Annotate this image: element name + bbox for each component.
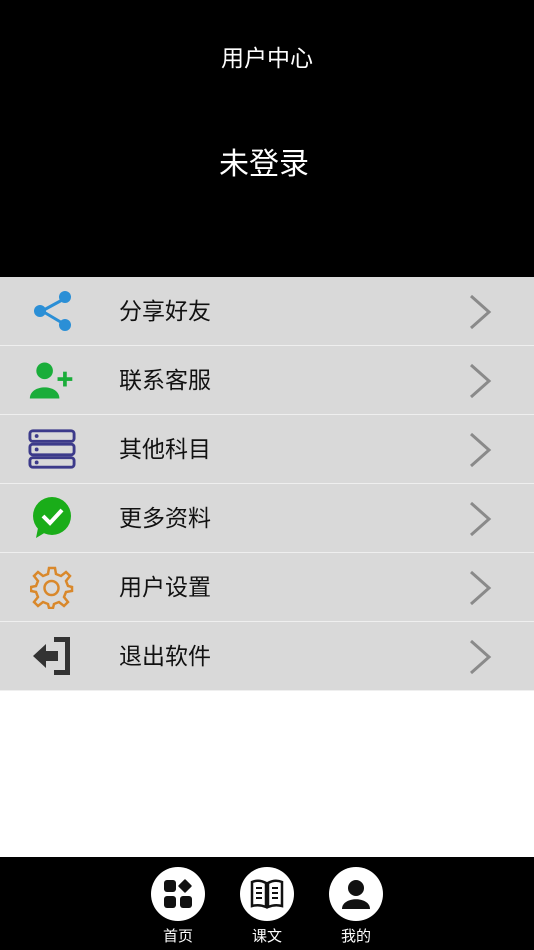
menu-item-exit-app[interactable]: 退出软件 — [0, 622, 534, 691]
nav-tab-lessons[interactable]: 课文 — [236, 867, 298, 950]
login-status[interactable]: 未登录 — [0, 145, 528, 185]
menu-item-share[interactable]: 分享好友 — [0, 277, 534, 346]
header: 用户中心 未登录 — [0, 0, 534, 277]
server-list-icon — [28, 427, 76, 471]
nav-tab-label: 课文 — [251, 927, 282, 945]
menu-item-contact-service[interactable]: 联系客服 — [0, 346, 534, 415]
menu-item-more-materials[interactable]: 更多资料 — [0, 484, 534, 553]
chevron-right-icon — [470, 501, 492, 537]
menu-item-label: 其他科目 — [119, 437, 211, 463]
menu-item-label: 更多资料 — [119, 506, 211, 532]
menu-item-label: 用户设置 — [119, 575, 211, 601]
menu-item-label: 退出软件 — [119, 644, 211, 670]
chevron-right-icon — [470, 363, 492, 399]
chevron-right-icon — [470, 294, 492, 330]
book-icon — [240, 867, 294, 921]
chevron-right-icon — [470, 570, 492, 606]
logout-icon — [28, 634, 76, 678]
menu-item-label: 分享好友 — [119, 299, 211, 325]
menu-item-label: 联系客服 — [119, 368, 211, 394]
menu-list: 分享好友 联系客服 其他科目 更多资料 用户设置 退出软件 — [0, 277, 534, 691]
add-user-icon — [28, 358, 76, 402]
nav-tab-label: 我的 — [340, 927, 371, 945]
user-icon — [329, 867, 383, 921]
menu-item-other-subjects[interactable]: 其他科目 — [0, 415, 534, 484]
page-title: 用户中心 — [221, 46, 313, 72]
nav-tab-mine[interactable]: 我的 — [325, 867, 387, 950]
chevron-right-icon — [470, 432, 492, 468]
check-chat-icon — [28, 496, 76, 540]
bottom-nav: 首页 课文 我的 — [0, 857, 534, 950]
menu-item-user-settings[interactable]: 用户设置 — [0, 553, 534, 622]
chevron-right-icon — [470, 639, 492, 675]
gear-icon — [28, 565, 76, 609]
home-grid-icon — [151, 867, 205, 921]
nav-tab-label: 首页 — [162, 927, 193, 945]
share-icon — [28, 289, 76, 333]
nav-tab-home[interactable]: 首页 — [147, 867, 209, 950]
